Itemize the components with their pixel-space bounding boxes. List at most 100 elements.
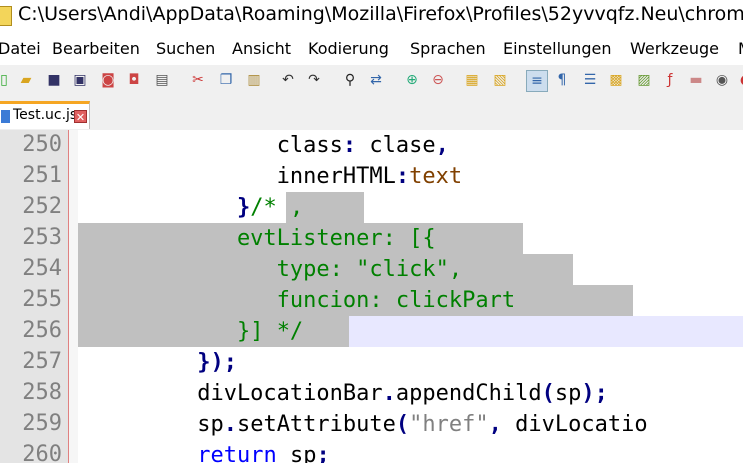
code-token: /* , [250,195,304,220]
zoom-in-icon[interactable]: ⊕ [402,70,422,90]
cut-icon[interactable]: ✂ [188,70,208,90]
code-editor[interactable]: 250 class: clase, 251 innerHTML:text 252 }… [0,130,743,463]
code-token: "href" [409,412,489,437]
menu-kodierung[interactable]: Kodierung [308,39,389,58]
show-all-chars-icon[interactable]: ¶ [552,70,572,90]
print-icon[interactable]: ▤ [152,70,172,90]
code-line[interactable]: 255 funcion: clickPart [0,285,743,316]
new-file-icon[interactable]: ▯ [0,70,14,90]
close-icon[interactable]: ◙ [98,70,118,90]
udl-icon[interactable]: ▩ [606,70,626,90]
redo-icon[interactable]: ↷ [304,70,324,90]
line-number: 257 [22,349,62,374]
code-text: }/* , [78,192,303,223]
line-number: 255 [22,287,62,312]
code-text: return sp; [78,440,329,463]
menu-ansicht[interactable]: Ansicht [232,39,291,58]
code-token: ( [541,381,555,406]
code-text: }); [78,347,237,378]
menu-werkzeuge[interactable]: Werkzeuge [630,39,719,58]
code-line[interactable]: 251 innerHTML:text [0,161,743,192]
code-token: class [276,133,343,158]
save-icon[interactable]: ■ [44,70,64,90]
line-number: 253 [22,225,62,250]
code-text: evtListener: [{ [78,223,436,254]
line-number: 256 [22,318,62,343]
code-token: , [435,133,449,158]
menu-bearbeiten[interactable]: Bearbeiten [52,39,140,58]
tab-bar: Test.uc.js ✕ [0,97,743,131]
menu-more[interactable]: M [738,39,743,58]
code-token: : [395,164,410,189]
code-text: type: "click", [78,254,462,285]
code-token: funcion: clickPart [78,288,516,313]
code-line[interactable]: 257 }); [0,347,743,378]
copy-icon[interactable]: ❐ [216,70,236,90]
sync-v-icon[interactable]: ▦ [462,70,482,90]
close-all-icon[interactable]: ◘ [124,70,144,90]
code-line[interactable]: 259 sp.setAttribute("href", divLocatio [0,409,743,440]
code-token: evtListener: [{ [78,226,436,251]
code-token: clase [369,133,436,158]
code-line[interactable]: 260 return sp; [0,440,743,463]
line-number: 250 [22,132,62,157]
save-all-icon[interactable]: ▣ [70,70,90,90]
find-icon[interactable]: ⚲ [340,70,360,90]
title-bar: C:\Users\Andi\AppData\Roaming\Mozilla\Fi… [0,0,743,33]
folder-workspace-icon[interactable]: ▬ [686,70,706,90]
code-token: return [197,443,277,463]
paste-icon[interactable]: ▥ [244,70,264,90]
word-wrap-icon[interactable]: ≡ [526,70,548,92]
code-token: } [236,195,251,220]
line-number: 258 [22,380,62,405]
code-text: sp.setAttribute("href", divLocatio [78,409,648,440]
code-token: innerHTML [78,164,396,189]
tab-close-icon[interactable]: ✕ [74,110,87,124]
record-macro-icon[interactable]: ● [736,70,743,90]
code-token: sp [276,443,317,463]
replace-icon[interactable]: ⇄ [366,70,386,90]
doc-map-icon[interactable]: ▨ [634,70,654,90]
code-token: ); [581,381,608,406]
code-line[interactable]: 258 divLocationBar.appendChild(sp); [0,378,743,409]
code-token: divLocationBar [78,381,383,406]
code-token: sp [78,412,224,437]
code-text: funcion: clickPart [78,285,515,316]
tab-test-uc-js[interactable]: Test.uc.js ✕ [0,101,90,129]
code-token: divLocatio [515,412,648,437]
line-number: 260 [22,442,62,463]
open-folder-icon[interactable]: ▰ [16,70,36,90]
monitor-icon[interactable]: ◉ [712,70,732,90]
sync-h-icon[interactable]: ▧ [490,70,510,90]
notepad-icon [0,6,12,26]
code-token: appendChild [395,381,542,406]
code-text: }] */ [78,316,303,347]
line-number: 252 [22,194,62,219]
line-number: 254 [22,256,62,281]
menu-suchen[interactable]: Suchen [156,39,215,58]
code-text: divLocationBar.appendChild(sp); [78,378,608,409]
code-line[interactable]: 253 evtListener: [{ [0,223,743,254]
indent-guide-icon[interactable]: ☰ [580,70,600,90]
zoom-out-icon[interactable]: ⊖ [428,70,448,90]
code-token: ( [395,412,410,437]
menu-sprachen[interactable]: Sprachen [410,39,486,58]
code-token: , [488,412,516,437]
code-token: text [409,164,463,189]
toolbar: ▯ ▰ ■ ▣ ◙ ◘ ▤ ✂ ❐ ▥ ↶ ↷ ⚲ ⇄ ⊕ ⊖ ▦ ▧ ≡ ¶ … [0,65,743,97]
code-line[interactable]: 252 }/* , [0,192,743,223]
function-list-icon[interactable]: ƒ [660,70,680,90]
code-line[interactable]: 256 }] */ [0,316,743,347]
menu-einstellungen[interactable]: Einstellungen [503,39,611,58]
code-line[interactable]: 254 type: "click", [0,254,743,285]
code-text: class: clase, [78,130,449,161]
code-token: }] */ [236,319,304,344]
undo-icon[interactable]: ↶ [278,70,298,90]
code-line[interactable]: 250 class: clase, [0,130,743,161]
line-number: 251 [22,163,62,188]
menu-datei[interactable]: Datei [0,39,41,58]
